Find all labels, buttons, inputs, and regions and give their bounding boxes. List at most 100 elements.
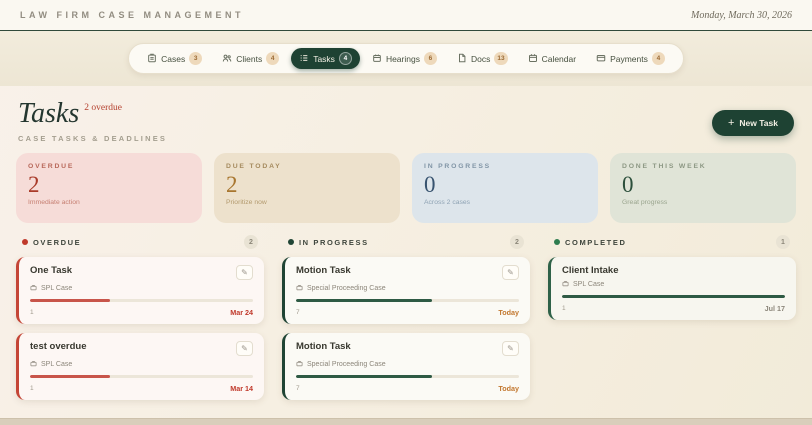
stat-card-done-this-week: DONE THIS WEEK 0 Great progress xyxy=(610,153,796,223)
column-overdue: One Task ✎ SPL Case 1 Mar 24 test overdu… xyxy=(16,257,264,409)
column-label: IN PROGRESS xyxy=(299,237,369,247)
edit-task-button[interactable]: ✎ xyxy=(502,341,519,356)
due-date: Mar 24 xyxy=(230,308,253,317)
task-title: Motion Task xyxy=(296,341,351,352)
column-completed: Client Intake SPL Case 1 Jul 17 xyxy=(548,257,796,329)
main-content: Tasks 2 overdue CASE TASKS & DEADLINES +… xyxy=(0,86,812,418)
briefcase-icon xyxy=(30,360,37,369)
completed-dot-icon xyxy=(554,239,560,245)
stat-value: 0 xyxy=(424,172,436,197)
tab-docs[interactable]: Docs 13 xyxy=(449,48,516,69)
pencil-icon: ✎ xyxy=(507,344,514,353)
subtask-count: 7 xyxy=(296,385,300,392)
pencil-icon: ✎ xyxy=(241,268,248,277)
briefcase-icon xyxy=(296,284,303,293)
stat-caption: Across 2 cases xyxy=(424,199,471,207)
stat-caption: Great progress xyxy=(622,199,668,207)
tab-label: Cases xyxy=(161,53,186,64)
progress-bar xyxy=(30,375,253,378)
stat-value: 0 xyxy=(622,172,634,197)
edit-task-button[interactable]: ✎ xyxy=(236,341,253,356)
tab-badge: 13 xyxy=(494,52,508,65)
clients-icon xyxy=(222,53,232,65)
tab-tasks[interactable]: Tasks 4 xyxy=(291,48,360,69)
task-card[interactable]: Client Intake SPL Case 1 Jul 17 xyxy=(548,257,796,320)
column-in-progress: Motion Task ✎ Special Proceeding Case 7 … xyxy=(282,257,530,409)
edit-task-button[interactable]: ✎ xyxy=(502,265,519,280)
task-title: One Task xyxy=(30,265,73,276)
task-card[interactable]: Motion Task ✎ Special Proceeding Case 7 … xyxy=(282,333,530,400)
task-case-name: SPL Case xyxy=(41,285,73,292)
tab-clients[interactable]: Clients 4 xyxy=(214,48,287,69)
tab-badge: 4 xyxy=(338,52,352,65)
overdue-note: 2 overdue xyxy=(84,103,122,113)
tab-badge: 3 xyxy=(189,52,203,65)
task-title: Client Intake xyxy=(562,265,619,276)
stat-card-overdue: OVERDUE 2 Immediate action xyxy=(16,153,202,223)
stat-card-in-progress: IN PROGRESS 0 Across 2 cases xyxy=(412,153,598,223)
column-header-in-progress: IN PROGRESS 2 xyxy=(282,235,530,249)
briefcase-icon xyxy=(30,284,37,293)
tab-calendar[interactable]: Calendar xyxy=(520,49,585,69)
task-card[interactable]: One Task ✎ SPL Case 1 Mar 24 xyxy=(16,257,264,324)
task-case-name: SPL Case xyxy=(41,361,73,368)
column-count-badge: 1 xyxy=(776,235,790,249)
stat-label: IN PROGRESS xyxy=(424,163,492,170)
top-header: LAW FIRM CASE MANAGEMENT Monday, March 3… xyxy=(0,0,812,31)
due-date: Jul 17 xyxy=(764,304,785,313)
edit-task-button[interactable]: ✎ xyxy=(236,265,253,280)
due-date: Today xyxy=(498,308,519,317)
new-task-label: New Task xyxy=(739,118,778,128)
task-title: Motion Task xyxy=(296,265,351,276)
subtask-count: 1 xyxy=(30,385,34,392)
column-headers: OVERDUE 2 IN PROGRESS 2 COMPLETED 1 xyxy=(16,235,796,249)
cases-icon xyxy=(147,53,157,65)
stat-value: 2 xyxy=(28,172,40,197)
hearings-icon xyxy=(372,53,382,65)
task-card[interactable]: Motion Task ✎ Special Proceeding Case 7 … xyxy=(282,257,530,324)
column-header-completed: COMPLETED 1 xyxy=(548,235,796,249)
subtask-count: 1 xyxy=(562,305,566,312)
column-label: COMPLETED xyxy=(565,237,627,247)
payments-icon xyxy=(596,53,606,65)
progress-bar xyxy=(296,299,519,302)
tab-payments[interactable]: Payments 4 xyxy=(588,48,673,69)
tab-label: Calendar xyxy=(541,53,577,64)
app-title: LAW FIRM CASE MANAGEMENT xyxy=(20,10,244,20)
pencil-icon: ✎ xyxy=(507,268,514,277)
pencil-icon: ✎ xyxy=(241,344,248,353)
app-window: LAW FIRM CASE MANAGEMENT Monday, March 3… xyxy=(0,0,812,425)
progress-fill xyxy=(296,375,433,378)
tasks-icon xyxy=(299,53,309,65)
progress-bar xyxy=(562,295,785,298)
progress-fill xyxy=(30,375,111,378)
page-title-block: Tasks 2 overdue CASE TASKS & DEADLINES xyxy=(18,100,168,144)
task-case-name: Special Proceeding Case xyxy=(307,361,386,368)
tab-hearings[interactable]: Hearings 6 xyxy=(364,48,445,69)
overdue-dot-icon xyxy=(22,239,28,245)
tab-badge: 4 xyxy=(651,52,665,65)
tab-cases[interactable]: Cases 3 xyxy=(139,48,210,69)
task-case-name: SPL Case xyxy=(573,281,605,288)
stat-label: DUE TODAY xyxy=(226,163,282,170)
progress-bar xyxy=(30,299,253,302)
stat-card-due-today: DUE TODAY 2 Prioritize now xyxy=(214,153,400,223)
briefcase-icon xyxy=(562,280,569,289)
new-task-button[interactable]: + New Task xyxy=(711,110,794,136)
task-card[interactable]: test overdue ✎ SPL Case 1 Mar 14 xyxy=(16,333,264,400)
main-nav: Cases 3 Clients 4 Tasks 4 Hearings 6 Doc… xyxy=(128,43,684,74)
stat-caption: Immediate action xyxy=(28,199,80,207)
in-progress-dot-icon xyxy=(288,239,294,245)
task-title: test overdue xyxy=(30,341,87,352)
task-board: One Task ✎ SPL Case 1 Mar 24 test overdu… xyxy=(16,257,796,418)
tab-badge: 6 xyxy=(423,52,437,65)
bottom-strip xyxy=(0,418,812,425)
column-label: OVERDUE xyxy=(33,237,82,247)
stats-row: OVERDUE 2 Immediate action DUE TODAY 2 P… xyxy=(16,153,796,223)
page-head: Tasks 2 overdue CASE TASKS & DEADLINES +… xyxy=(16,96,796,153)
header-date: Monday, March 30, 2026 xyxy=(690,9,792,21)
tab-label: Hearings xyxy=(385,53,420,64)
page-subtitle: CASE TASKS & DEADLINES xyxy=(18,134,168,143)
due-date: Mar 14 xyxy=(230,384,253,393)
stat-caption: Prioritize now xyxy=(226,199,267,207)
